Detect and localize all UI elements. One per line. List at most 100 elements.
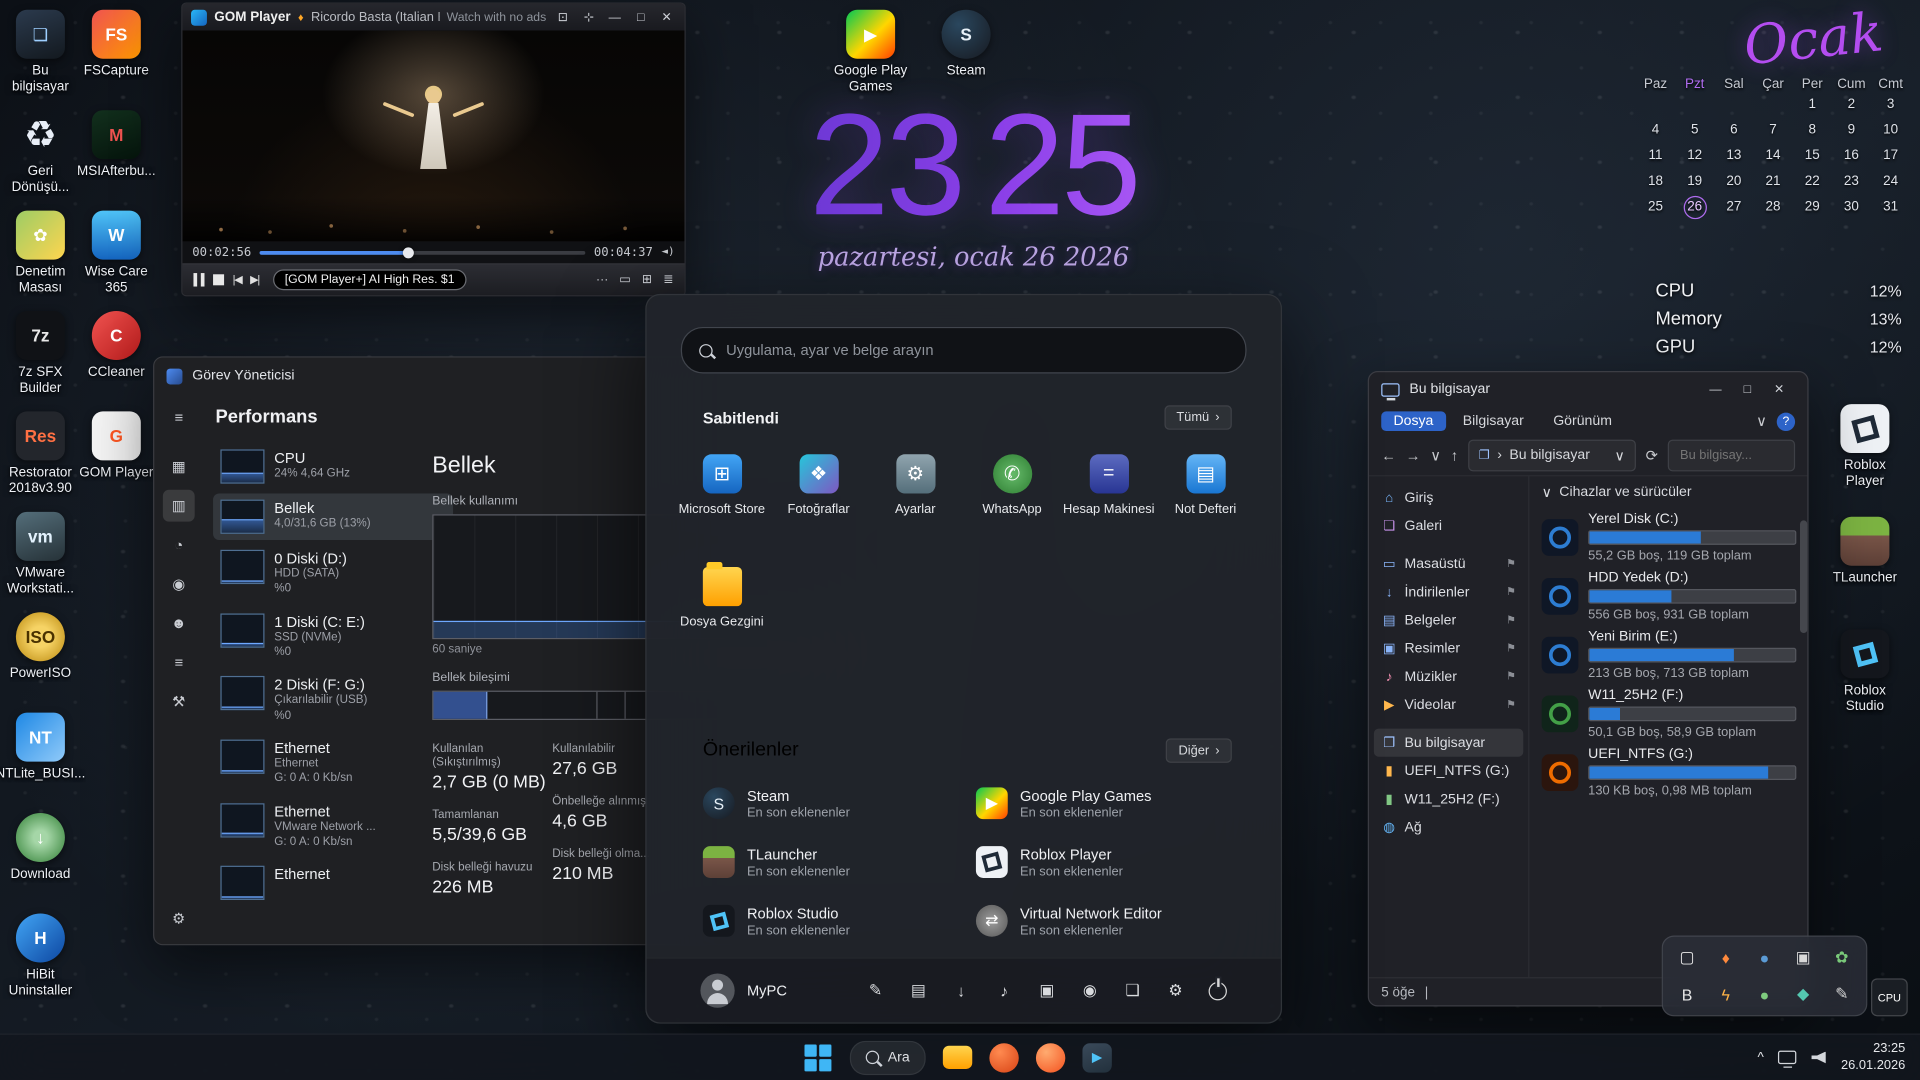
quick-tool-icon[interactable]: ✎ bbox=[1828, 981, 1855, 1008]
sidebar-item[interactable]: ⌂ Giriş bbox=[1374, 484, 1523, 512]
desktop-icon[interactable]: Roblox Player bbox=[1827, 404, 1903, 493]
quick-tool-icon[interactable]: ✿ bbox=[1828, 944, 1855, 971]
address-bar[interactable]: ❐ › Bu bilgisayar ∨ bbox=[1468, 440, 1636, 472]
start-footer-icon[interactable]: ▤ bbox=[909, 981, 929, 1001]
close-button[interactable]: ✕ bbox=[657, 10, 676, 23]
start-footer-icon[interactable]: ◉ bbox=[1080, 981, 1100, 1001]
volume-tray-icon[interactable] bbox=[1812, 1051, 1827, 1063]
section-header[interactable]: ∨ Cihazlar ve sürücüler bbox=[1542, 484, 1797, 501]
start-footer-icon[interactable]: ▣ bbox=[1037, 981, 1057, 1001]
taskbar-app-icon[interactable]: ▶ bbox=[1077, 1039, 1116, 1076]
quick-tool-icon[interactable]: ● bbox=[1751, 981, 1778, 1008]
menu-item[interactable]: Görünüm bbox=[1541, 411, 1624, 431]
performance-list-item[interactable]: CPU 24% 4,64 GHz bbox=[213, 443, 453, 490]
desktop-icon[interactable]: G GOM Player bbox=[78, 411, 154, 500]
desktop-icon[interactable]: TLauncher bbox=[1827, 517, 1903, 606]
pinned-app[interactable]: Dosya Gezgini bbox=[673, 557, 770, 670]
sidebar-item[interactable]: ❐ Bu bilgisayar bbox=[1374, 729, 1523, 757]
sidebar-item[interactable]: ↓ İndirilenler ⚑ bbox=[1374, 578, 1523, 606]
pinned-app[interactable]: ✆ WhatsApp bbox=[964, 444, 1061, 557]
rail-nav-icon[interactable]: ⚒ bbox=[163, 686, 195, 718]
sidebar-item[interactable]: ▮ UEFI_NTFS (G:) bbox=[1374, 757, 1523, 785]
recommended-item[interactable]: S Steam En son eklenenler bbox=[691, 775, 964, 831]
power-button[interactable] bbox=[1209, 981, 1227, 999]
desktop-icon[interactable]: vm VMware Workstati... bbox=[2, 512, 78, 601]
start-footer-icon[interactable]: ♪ bbox=[994, 981, 1014, 999]
menu-item[interactable]: Bilgisayar bbox=[1451, 411, 1537, 431]
start-button[interactable] bbox=[798, 1039, 837, 1076]
user-avatar[interactable] bbox=[700, 973, 734, 1007]
desktop-icon[interactable]: Roblox Studio bbox=[1827, 629, 1903, 718]
drive-row[interactable]: UEFI_NTFS (G:) 130 KB boş, 0,98 MB topla… bbox=[1542, 746, 1797, 800]
quick-tool-icon[interactable]: B bbox=[1674, 981, 1701, 1008]
performance-list-item[interactable]: 2 Diski (F: G:) Çıkarılabilir (USB) %0 bbox=[213, 670, 453, 730]
refresh-icon[interactable]: ⟳ bbox=[1646, 447, 1658, 464]
all-apps-button[interactable]: Tümü› bbox=[1164, 405, 1232, 429]
panel-icon[interactable]: ⊡ bbox=[554, 10, 573, 23]
desktop-icon[interactable]: FS FSCapture bbox=[78, 10, 154, 99]
taskbar-search[interactable]: Ara bbox=[850, 1040, 926, 1074]
scrollbar-thumb[interactable] bbox=[1800, 520, 1807, 633]
close-button[interactable]: ✕ bbox=[1763, 383, 1795, 396]
performance-list-item[interactable]: 0 Diski (D:) HDD (SATA) %0 bbox=[213, 544, 453, 604]
recommended-item[interactable]: ▶ Google Play Games En son eklenenler bbox=[964, 775, 1237, 831]
desktop-icon[interactable]: ✿ Denetim Masası bbox=[2, 211, 78, 300]
quick-tool-icon[interactable]: ϟ bbox=[1712, 981, 1739, 1008]
desktop-icon[interactable]: NT NTLite_BUSI... bbox=[2, 713, 78, 802]
maximize-button[interactable]: □ bbox=[631, 10, 650, 23]
drive-row[interactable]: Yeni Birim (E:) 213 GB boş, 713 GB topla… bbox=[1542, 628, 1797, 682]
pinned-app[interactable]: ▤ Not Defteri bbox=[1157, 444, 1254, 557]
volume-icon[interactable]: ◄) bbox=[661, 246, 674, 258]
display-tray-icon[interactable] bbox=[1778, 1051, 1796, 1064]
start-footer-icon[interactable]: ✎ bbox=[866, 981, 886, 1001]
performance-list-item[interactable]: Ethernet Ethernet G: 0 A: 0 Kb/sn bbox=[213, 734, 453, 794]
back-icon[interactable]: ← bbox=[1381, 447, 1396, 464]
performance-list-item[interactable]: Ethernet bbox=[213, 860, 453, 907]
more-options-icon[interactable]: ··· bbox=[596, 273, 608, 286]
desktop-icon[interactable]: C CCleaner bbox=[78, 311, 154, 400]
help-icon[interactable]: ? bbox=[1777, 412, 1795, 430]
pinned-app[interactable]: ❖ Fotoğraflar bbox=[770, 444, 867, 557]
sidebar-item[interactable]: ▶ Videolar ⚑ bbox=[1374, 691, 1523, 719]
desktop-icon[interactable]: Res Restorator 2018v3.90 bbox=[2, 411, 78, 500]
start-footer-icon[interactable]: ⚙ bbox=[1166, 981, 1186, 1001]
drive-row[interactable]: HDD Yedek (D:) 556 GB boş, 931 GB toplam bbox=[1542, 569, 1797, 623]
gom-plus-banner[interactable]: [GOM Player+] AI High Res. $1 bbox=[272, 269, 466, 290]
chevron-down-icon[interactable]: ∨ bbox=[1756, 413, 1767, 430]
rail-nav-icon[interactable]: ▥ bbox=[163, 490, 195, 522]
sidebar-item[interactable]: ▮ W11_25H2 (F:) bbox=[1374, 785, 1523, 813]
recommended-item[interactable]: TLauncher En son eklenenler bbox=[691, 834, 964, 890]
settings-gear-icon[interactable]: ⚙ bbox=[163, 902, 195, 934]
desktop-icon[interactable]: H HiBit Uninstaller bbox=[2, 913, 78, 1002]
aspect-ratio-icon[interactable]: ▭ bbox=[619, 273, 631, 286]
gom-titlebar[interactable]: GOM Player ♦ Ricordo Basta (Italian E Wa… bbox=[182, 4, 684, 31]
tray-overflow-icon[interactable]: ^ bbox=[1757, 1050, 1763, 1065]
stop-button[interactable] bbox=[213, 274, 224, 285]
desktop-icon[interactable]: ↓ Download bbox=[2, 813, 78, 902]
pinned-app[interactable]: ⚙ Ayarlar bbox=[867, 444, 964, 557]
video-area[interactable] bbox=[182, 31, 684, 242]
drive-row[interactable]: W11_25H2 (F:) 50,1 GB boş, 58,9 GB topla… bbox=[1542, 687, 1797, 741]
gom-ad-link[interactable]: Watch with no ads bbox=[447, 10, 547, 23]
cpu-widget-tile[interactable]: CPU bbox=[1871, 978, 1908, 1016]
explorer-titlebar[interactable]: Bu bilgisayar — □ ✕ bbox=[1369, 372, 1807, 406]
minimize-button[interactable]: — bbox=[605, 10, 624, 23]
drive-row[interactable]: Yerel Disk (C:) 55,2 GB boş, 119 GB topl… bbox=[1542, 511, 1797, 565]
quick-tool-icon[interactable]: ▢ bbox=[1674, 944, 1701, 971]
sidebar-item[interactable]: ▤ Belgeler ⚑ bbox=[1374, 606, 1523, 634]
sidebar-item[interactable]: ▭ Masaüstü ⚑ bbox=[1374, 550, 1523, 578]
performance-list-item[interactable]: 1 Diski (C: E:) SSD (NVMe) %0 bbox=[213, 607, 453, 667]
pinned-app[interactable]: ⊞ Microsoft Store bbox=[673, 444, 770, 557]
start-search-input[interactable] bbox=[724, 340, 1228, 360]
chevron-down-icon[interactable]: ∨ bbox=[1615, 447, 1625, 464]
sidebar-item[interactable]: ♪ Müzikler ⚑ bbox=[1374, 662, 1523, 690]
performance-list-item[interactable]: Ethernet VMware Network ... G: 0 A: 0 Kb… bbox=[213, 797, 453, 857]
desktop-icon[interactable]: 7z 7z SFX Builder bbox=[2, 311, 78, 400]
minimize-button[interactable]: — bbox=[1700, 383, 1732, 396]
pause-button[interactable] bbox=[193, 273, 204, 286]
taskbar-app-icon[interactable] bbox=[938, 1039, 977, 1076]
taskbar-app-icon[interactable] bbox=[984, 1039, 1023, 1076]
previous-button[interactable]: |◀ bbox=[233, 273, 242, 286]
start-footer-icon[interactable]: ❏ bbox=[1123, 981, 1143, 1001]
pinned-app[interactable]: = Hesap Makinesi bbox=[1060, 444, 1157, 557]
